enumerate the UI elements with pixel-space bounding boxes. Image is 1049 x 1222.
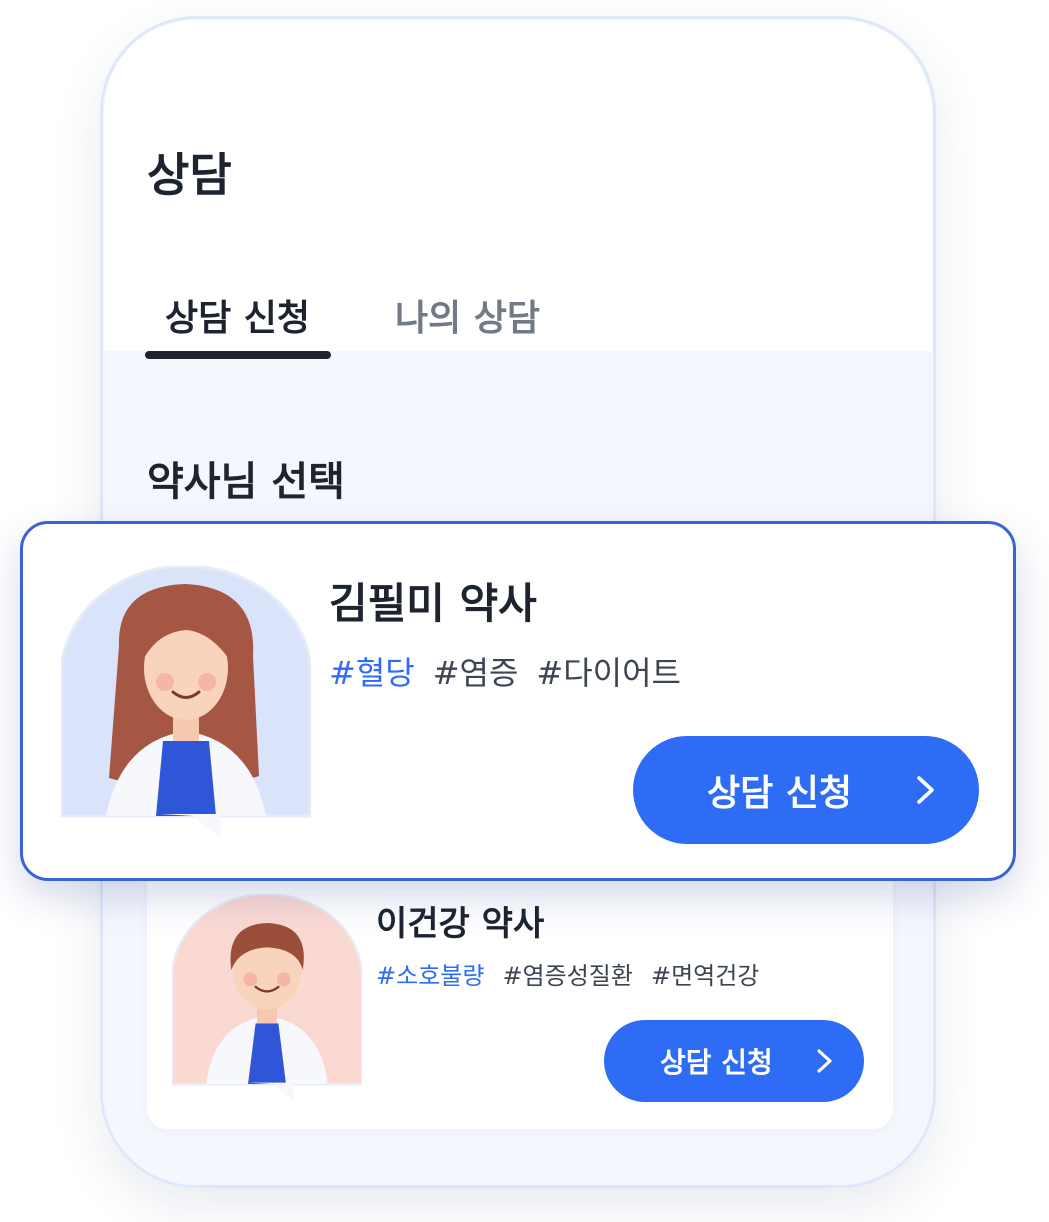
tag[interactable]: #혈당 (329, 654, 415, 692)
pharmacist-tags: #소호불량 #염증성질환 #면역건강 (376, 956, 777, 991)
tag[interactable]: #소호불량 (376, 962, 484, 990)
tag[interactable]: #염증 (433, 654, 519, 692)
tag[interactable]: #면역건강 (651, 962, 759, 990)
section-title: 약사님 선택 (147, 459, 345, 505)
pharmacist-avatar (172, 894, 362, 1101)
tag[interactable]: #다이어트 (536, 654, 681, 692)
pharmacist-avatar (61, 566, 311, 838)
tag[interactable]: #염증성질환 (502, 962, 633, 990)
apply-button[interactable]: 상담 신청 (604, 1020, 864, 1102)
page-title: 상담 (147, 148, 232, 202)
pharmacist-tags: #혈당 #염증 #다이어트 (329, 648, 699, 694)
apply-button-label: 상담 신청 (660, 1046, 773, 1079)
chevron-right-icon (917, 776, 934, 804)
tab-active-indicator (145, 351, 331, 359)
pharmacist-name: 김필미 약사 (329, 579, 537, 628)
pharmacist-name: 이건강 약사 (376, 904, 545, 944)
tab-my-consult[interactable]: 나의 상담 (395, 289, 540, 341)
chevron-right-icon (817, 1049, 832, 1073)
tab-consult-apply[interactable]: 상담 신청 (165, 289, 310, 341)
apply-button[interactable]: 상담 신청 (633, 736, 979, 844)
pharmacist-card-highlighted[interactable]: 김필미 약사 #혈당 #염증 #다이어트 상담 신청 (20, 521, 1016, 881)
apply-button-label: 상담 신청 (707, 773, 853, 814)
